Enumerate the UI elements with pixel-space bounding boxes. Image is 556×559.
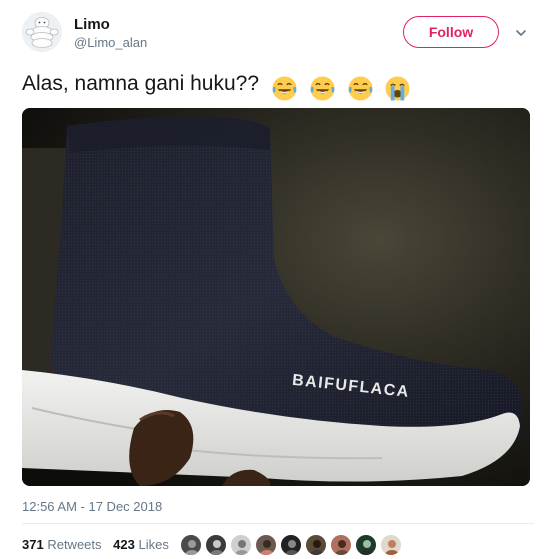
person-avatar-icon — [310, 540, 324, 555]
retweets-stat[interactable]: 371 Retweets — [22, 537, 102, 552]
likes-stat[interactable]: 423 Likes — [113, 537, 169, 552]
author-names: Limo @Limo_alan — [74, 15, 147, 51]
retweets-label: Retweets — [47, 537, 102, 552]
loudly-crying-face-icon — [385, 76, 410, 101]
liker-avatar[interactable] — [180, 534, 202, 556]
face-with-tears-of-joy-icon — [310, 76, 335, 101]
liker-avatar[interactable] — [305, 534, 327, 556]
person-avatar-icon — [260, 540, 274, 555]
tweet-stats: 371 Retweets 423 Likes — [22, 537, 177, 552]
liker-avatar[interactable] — [230, 534, 252, 556]
tweet-timestamp[interactable]: 12:56 AM - 17 Dec 2018 — [22, 499, 162, 514]
person-avatar-icon — [285, 540, 299, 555]
liker-avatar[interactable] — [380, 534, 402, 556]
likes-label: Likes — [138, 537, 169, 552]
follow-button[interactable]: Follow — [403, 16, 499, 48]
tweet-text-body: Alas, namna gani huku?? — [22, 72, 259, 95]
person-avatar-icon — [210, 540, 224, 555]
likes-count: 423 — [113, 537, 135, 552]
michelin-man-avatar-icon — [22, 12, 62, 52]
tweet-header: Limo @Limo_alan Follow — [22, 12, 534, 54]
liker-avatar[interactable] — [255, 534, 277, 556]
person-avatar-icon — [185, 540, 199, 555]
author-display-name[interactable]: Limo — [74, 15, 147, 34]
avatar[interactable] — [22, 12, 62, 52]
chevron-down-icon[interactable] — [514, 26, 528, 40]
person-avatar-icon — [335, 540, 349, 555]
emoji-row — [271, 74, 417, 102]
liker-avatar[interactable] — [280, 534, 302, 556]
author-handle[interactable]: @Limo_alan — [74, 34, 147, 51]
tweet-photo[interactable]: BAIFUFLACA — [22, 108, 530, 486]
face-with-tears-of-joy-icon — [272, 76, 297, 101]
face-with-tears-of-joy-icon — [348, 76, 373, 101]
person-avatar-icon — [235, 540, 249, 555]
sock-sneaker-photo: BAIFUFLACA — [22, 108, 530, 486]
retweets-count: 371 — [22, 537, 44, 552]
person-avatar-icon — [385, 540, 399, 555]
liker-avatar[interactable] — [205, 534, 227, 556]
liker-avatar[interactable] — [355, 534, 377, 556]
liker-avatar[interactable] — [330, 534, 352, 556]
divider — [22, 523, 534, 524]
tweet-text: Alas, namna gani huku?? — [22, 70, 416, 102]
person-avatar-icon — [360, 540, 374, 555]
